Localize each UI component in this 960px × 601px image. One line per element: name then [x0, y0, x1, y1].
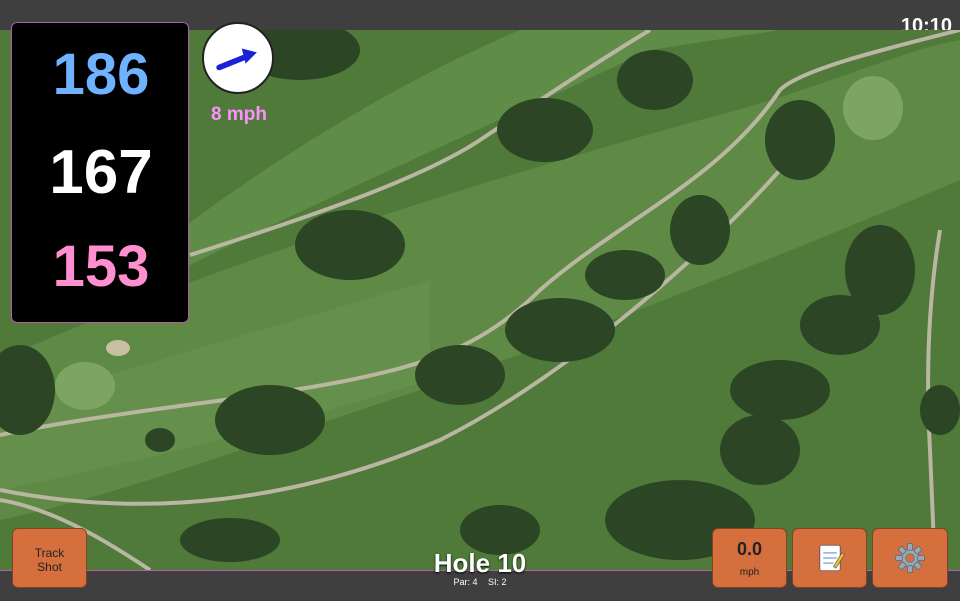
settings-button[interactable] [872, 528, 948, 588]
gear-icon [895, 543, 925, 573]
notes-button[interactable] [792, 528, 867, 588]
track-shot-label-line1: Track [34, 546, 65, 560]
middle-distance: 167 [49, 138, 153, 207]
front-distance: 153 [52, 234, 150, 299]
track-shot-button[interactable]: Track Shot [12, 528, 87, 588]
hole-info: Par: 4 SI: 2 [400, 577, 560, 587]
wind-direction-dial [202, 22, 274, 94]
wind-speed: 8 mph [211, 104, 267, 125]
speed-value: 0.0 [736, 539, 763, 559]
distance-panel: 186 167 153 [11, 22, 189, 323]
arrow-icon [216, 48, 257, 71]
speed-button[interactable]: 0.0 mph [712, 528, 787, 588]
back-distance: 186 [52, 42, 150, 107]
speed-unit: mph [739, 567, 760, 578]
stroke-index-label: SI: 2 [488, 577, 507, 587]
track-shot-label-line2: Shot [37, 560, 62, 574]
par-label: Par: 4 [453, 577, 478, 587]
hole-title: Hole 10 [433, 548, 527, 578]
notepad-icon [818, 544, 845, 572]
